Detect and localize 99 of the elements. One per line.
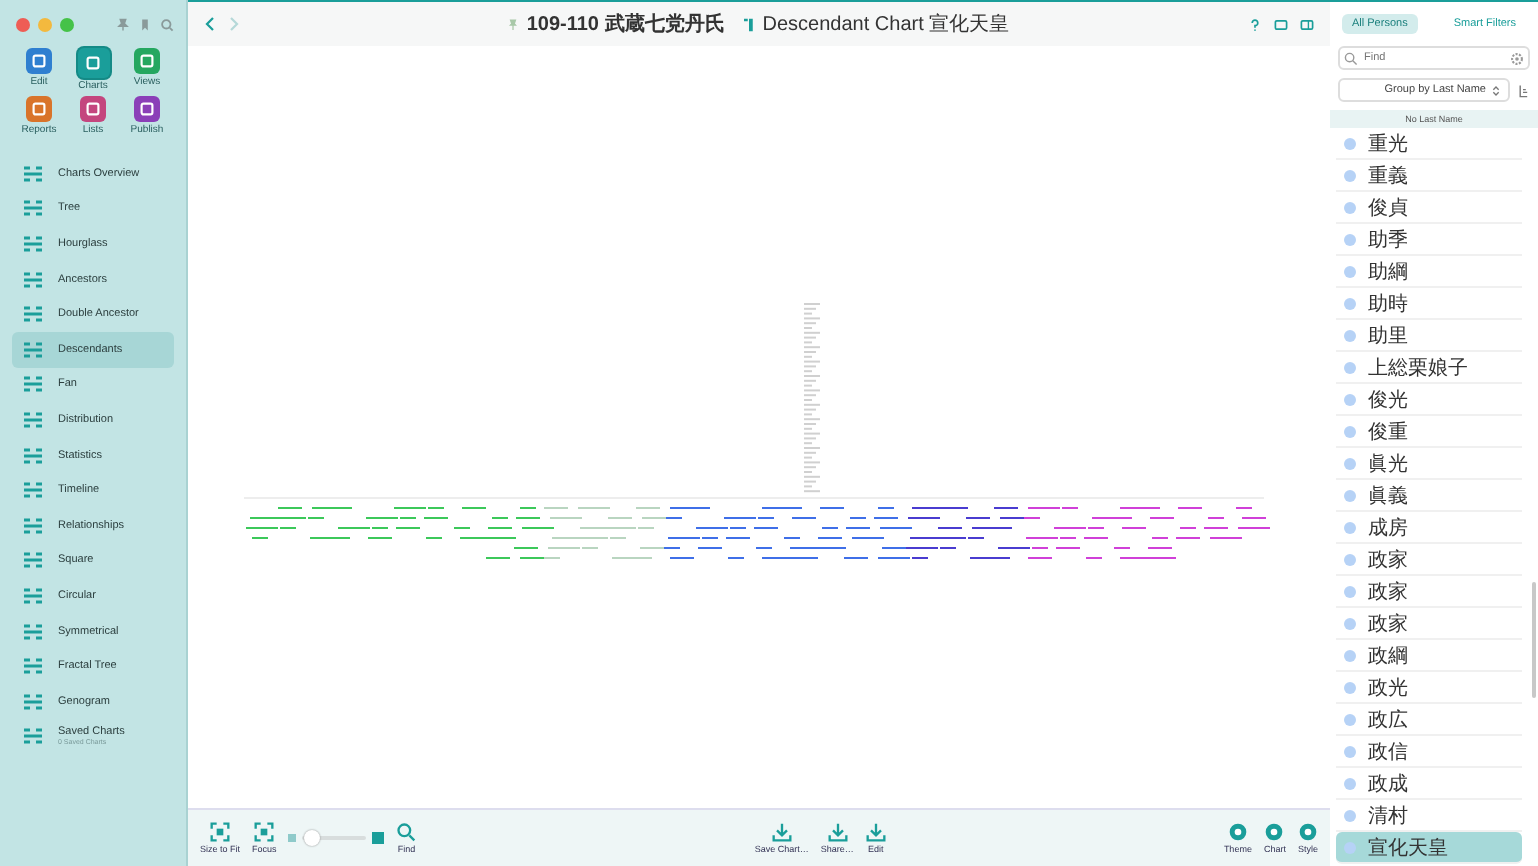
diagram-icon <box>24 658 42 675</box>
person-icon <box>1344 777 1356 789</box>
person-row[interactable]: 重光 <box>1336 128 1522 160</box>
person-row[interactable]: 重義 <box>1336 160 1522 192</box>
person-icon <box>1344 457 1356 469</box>
person-row[interactable]: 助里 <box>1336 320 1522 352</box>
diagram-icon <box>24 552 42 569</box>
ring-icon <box>1264 822 1285 842</box>
zoom-icon[interactable] <box>60 17 74 31</box>
small-image-icon <box>288 834 297 842</box>
diagram-icon <box>24 587 42 604</box>
person-row[interactable]: 政家 <box>1336 608 1522 640</box>
person-row[interactable]: 政信 <box>1336 736 1522 768</box>
person-icon <box>1344 553 1356 565</box>
person-icon <box>1344 265 1356 277</box>
minimize-icon[interactable] <box>38 17 52 31</box>
person-row[interactable]: 助季 <box>1336 224 1522 256</box>
person-icon <box>1344 617 1356 629</box>
person-row[interactable]: 眞光 <box>1336 448 1522 480</box>
diagram-icon <box>24 447 42 464</box>
download-icon <box>827 822 848 842</box>
frame-icon <box>254 822 275 842</box>
person-icon <box>1344 137 1356 149</box>
person-icon <box>1344 585 1356 597</box>
diagram-icon <box>24 271 42 288</box>
person-icon <box>1344 745 1356 757</box>
person-row[interactable]: 政家 <box>1336 576 1522 608</box>
diagram-icon <box>24 376 42 393</box>
person-row[interactable]: 政綱 <box>1336 640 1522 672</box>
diagram-icon <box>24 482 42 499</box>
settings-icon[interactable] <box>1510 51 1524 65</box>
ring-icon <box>1297 822 1318 842</box>
diagram-icon <box>24 200 42 217</box>
scrollbar[interactable] <box>1532 582 1536 698</box>
person-icon <box>1344 489 1356 501</box>
search-icon[interactable] <box>160 17 174 31</box>
diagram-icon <box>24 411 42 428</box>
chart-title: Descendant Chart 宣化天皇 <box>762 11 1010 38</box>
chart-icon <box>744 17 755 31</box>
person-icon <box>1344 841 1356 853</box>
download-icon <box>771 822 792 842</box>
search-icon <box>1344 51 1358 65</box>
app-icon <box>134 48 160 74</box>
person-row[interactable]: 上総栗娘子 <box>1336 352 1522 384</box>
person-row[interactable]: 政光 <box>1336 672 1522 704</box>
person-row[interactable]: 眞義 <box>1336 480 1522 512</box>
person-row[interactable]: 宣化天皇 <box>1336 832 1522 864</box>
diagram-icon <box>24 728 42 745</box>
person-row[interactable]: 政広 <box>1336 704 1522 736</box>
person-row[interactable]: 政家 <box>1336 544 1522 576</box>
person-icon <box>1344 713 1356 725</box>
person-icon <box>1344 297 1356 309</box>
person-row[interactable]: 俊光 <box>1336 384 1522 416</box>
person-row[interactable]: 助時 <box>1336 288 1522 320</box>
person-icon <box>1344 361 1356 373</box>
app-icon <box>77 48 109 78</box>
person-icon <box>1344 681 1356 693</box>
person-icon <box>1344 169 1356 181</box>
back-icon[interactable] <box>204 16 216 32</box>
chevron-icon <box>1492 83 1500 97</box>
download-icon <box>865 822 886 842</box>
diagram-icon <box>24 306 42 323</box>
app-icon <box>134 96 160 122</box>
diagram-icon <box>24 693 42 710</box>
bookmark-icon[interactable] <box>138 17 152 31</box>
person-icon <box>1344 425 1356 437</box>
sidebar-icon[interactable] <box>1300 17 1314 31</box>
person-icon <box>1344 649 1356 661</box>
person-row[interactable]: 俊貞 <box>1336 192 1522 224</box>
close-icon[interactable] <box>16 17 30 31</box>
window-title: 109-110 武蔵七党丹氏 <box>526 11 725 38</box>
search-icon <box>396 822 417 842</box>
person-row[interactable]: 成房 <box>1336 512 1522 544</box>
window-icon[interactable] <box>1274 17 1288 31</box>
person-icon <box>1344 809 1356 821</box>
pin-icon <box>508 17 519 31</box>
forward-icon[interactable] <box>228 16 240 32</box>
person-icon <box>1344 201 1356 213</box>
diagram-icon <box>24 517 42 534</box>
person-icon <box>1344 329 1356 341</box>
person-icon <box>1344 521 1356 533</box>
app-icon <box>26 48 52 74</box>
person-icon <box>1344 233 1356 245</box>
diagram-icon <box>24 623 42 640</box>
diagram-icon <box>24 341 42 358</box>
app-icon <box>80 96 106 122</box>
person-row[interactable]: 俊重 <box>1336 416 1522 448</box>
frame-icon <box>210 822 230 842</box>
large-image-icon <box>372 832 385 844</box>
help-icon[interactable] <box>1248 17 1262 31</box>
diagram-icon <box>24 165 42 182</box>
person-row[interactable]: 助綱 <box>1336 256 1522 288</box>
app-icon <box>26 96 52 122</box>
ring-icon <box>1227 822 1248 842</box>
pin-icon[interactable] <box>116 17 130 31</box>
sort-icon[interactable] <box>1516 83 1530 97</box>
person-icon <box>1344 393 1356 405</box>
diagram-icon <box>24 235 42 252</box>
person-row[interactable]: 政成 <box>1336 768 1522 800</box>
